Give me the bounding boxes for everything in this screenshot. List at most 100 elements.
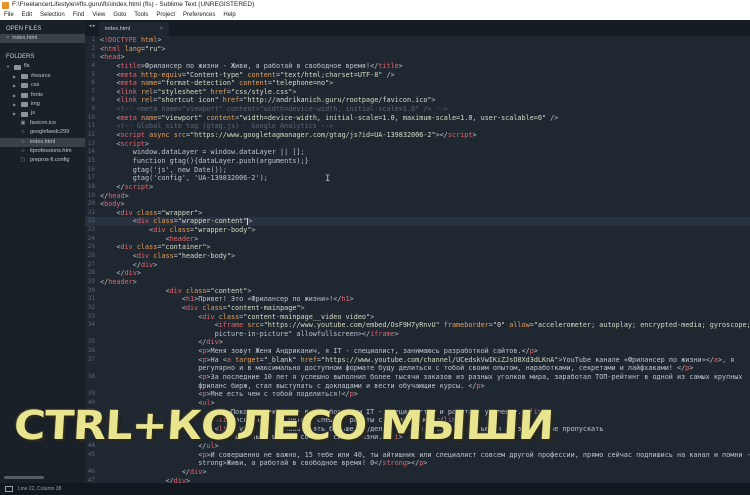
chevron-right-icon[interactable]: ▶ — [13, 72, 18, 81]
code-line[interactable]: 27 </div> — [85, 261, 750, 270]
code-line[interactable]: 15 function gtag(){dataLayer.push(argume… — [85, 157, 750, 166]
code-line[interactable]: 28 </div> — [85, 269, 750, 278]
code-text: <!-- Global site tag (gtag.js) - Google … — [116, 122, 334, 131]
code-line[interactable]: 13 <script> — [85, 140, 750, 149]
line-number: 31 — [87, 295, 95, 303]
code-line[interactable]: 19 </head> — [85, 192, 750, 201]
code-line[interactable]: 11 <!-- Global site tag (gtag.js) - Goog… — [85, 122, 750, 131]
folder-source[interactable]: ▶ #source — [0, 72, 85, 81]
line-number: 37 — [87, 355, 95, 363]
tab-index-html[interactable]: index.html × — [99, 22, 169, 36]
console-toggle-icon[interactable] — [5, 486, 13, 492]
code-line[interactable]: 34 <iframe src="https://www.youtube.com/… — [85, 321, 750, 330]
code-text: <script async src="https://www.googletag… — [116, 131, 477, 140]
code-line[interactable]: 30 <div class="content"> — [85, 287, 750, 296]
menu-view[interactable]: View — [92, 10, 105, 20]
line-number: 4 — [91, 61, 95, 69]
code-line[interactable]: 33 <div class="content-mainpage__video v… — [85, 313, 750, 322]
code-line[interactable]: 21 <div class="wrapper"> — [85, 209, 750, 218]
code-line[interactable]: 26 <div class="header-body"> — [85, 252, 750, 261]
folder-css[interactable]: ▶ css — [0, 81, 85, 90]
chevron-right-icon[interactable]: ▶ — [13, 81, 18, 90]
folder-js[interactable]: ▶ js — [0, 109, 85, 118]
chevron-right-icon[interactable]: ▶ — [13, 109, 18, 118]
code-text: <div class="content-mainpage__video vide… — [198, 312, 375, 321]
code-line[interactable]: 12 <script async src="https://www.google… — [85, 131, 750, 140]
code-text: <div class="content"> — [165, 286, 252, 295]
code-line[interactable]: 38 <p>За последние 10 лет я успешно выпо… — [85, 373, 750, 382]
code-line[interactable]: 2 <html lang="ru"> — [85, 45, 750, 54]
code-line[interactable]: 9 <!-- <meta name="viewport" content="wi… — [85, 105, 750, 114]
code-line[interactable]: 20 <body> — [85, 200, 750, 209]
code-line[interactable]: регулярно и в максимально доступном форм… — [85, 364, 750, 373]
chevron-right-icon[interactable]: ▶ — [13, 91, 18, 100]
file-label: prepros-fi.config — [30, 157, 70, 164]
menu-find[interactable]: Find — [73, 10, 85, 20]
code-line[interactable]: 25 <div class="container"> — [85, 243, 750, 252]
menu-tools[interactable]: Tools — [134, 10, 148, 20]
code-line[interactable]: 45 <p>И совершенно не важно, 15 тебе или… — [85, 451, 750, 460]
code-line[interactable]: 10 <meta name="viewport" content="width=… — [85, 114, 750, 123]
code-file-icon: ‹› — [21, 147, 25, 154]
code-line[interactable]: 1 <!DOCTYPE html> — [85, 36, 750, 45]
file-item[interactable]: ‹› itprofessions.htm — [0, 147, 85, 156]
code-text: <script> — [116, 139, 150, 148]
code-text: </header> — [100, 277, 137, 286]
file-item[interactable]: ‹› index.html — [0, 137, 85, 147]
code-line[interactable]: 46 </div> — [85, 468, 750, 477]
code-line[interactable]: 4 <title>Фрилансер по жизни - Живи, а ра… — [85, 62, 750, 71]
code-line[interactable]: 7 <link rel="stylesheet" href="css/style… — [85, 88, 750, 97]
code-line[interactable]: 16 gtag('js', new Date()); — [85, 166, 750, 175]
code-line[interactable]: 39 <p>Мне есть чем с тобой поделиться!</… — [85, 390, 750, 399]
menu-selection[interactable]: Selection — [40, 10, 65, 20]
menu-goto[interactable]: Goto — [113, 10, 126, 20]
code-line[interactable]: picture-in-picture" allowfullscreen></if… — [85, 330, 750, 339]
code-line[interactable]: 18 </script> — [85, 183, 750, 192]
code-text: <meta http-equiv="Content-type" content=… — [116, 70, 395, 79]
code-text: <div class="wrapper"> — [116, 208, 203, 217]
code-line[interactable]: 32 <div class="content-mainpage"> — [85, 304, 750, 313]
code-line[interactable]: 23 <div class="wrapper-body"> — [85, 226, 750, 235]
file-item[interactable]: ▢ prepros-fi.config — [0, 156, 85, 165]
code-line[interactable]: 36 <p>Меня зовут Женя Андриканич, я IT -… — [85, 347, 750, 356]
code-file-icon: ‹› — [21, 138, 25, 145]
tab-label: index.html — [105, 26, 131, 32]
menu-help[interactable]: Help — [223, 10, 235, 20]
tab-nav-arrows[interactable]: ◂ ▸ — [89, 23, 95, 29]
code-line[interactable]: фриланс бирж, стал выступать с докладами… — [85, 382, 750, 391]
menu-project[interactable]: Project — [156, 10, 175, 20]
file-item[interactable]: ▣ favicon.ico — [0, 119, 85, 128]
code-text: <div class="header-body"> — [132, 252, 236, 261]
menu-preferences[interactable]: Preferences — [183, 10, 215, 20]
code-line[interactable]: 3 <head> — [85, 53, 750, 62]
folder-img[interactable]: ▶ img — [0, 100, 85, 109]
code-line[interactable]: strong>Живи, а работай в свободное время… — [85, 459, 750, 468]
folder-fonts[interactable]: ▶ fonts — [0, 91, 85, 100]
chevron-down-icon[interactable]: ▼ — [6, 62, 11, 71]
menu-edit[interactable]: Edit — [22, 10, 32, 20]
code-line[interactable]: 35 </div> — [85, 338, 750, 347]
code-line[interactable]: 29 </header> — [85, 278, 750, 287]
code-line[interactable]: 5 <meta http-equiv="Content-type" conten… — [85, 71, 750, 80]
folder-label: js — [31, 110, 35, 117]
code-line[interactable]: 24 <header> — [85, 235, 750, 244]
code-text: strong>Живи, а работай в свободное время… — [100, 459, 428, 468]
folder-root[interactable]: ▼ fls — [0, 62, 85, 71]
code-line[interactable]: 8 <link rel="shortcut icon" href="http:/… — [85, 96, 750, 105]
code-text: <meta name="format-detection" content="t… — [116, 79, 334, 88]
menu-file[interactable]: File — [4, 10, 14, 20]
open-file-index-html[interactable]: × index.html — [0, 34, 85, 44]
sidebar-scrollbar[interactable] — [4, 476, 44, 479]
code-text: <!DOCTYPE html> — [100, 36, 162, 44]
close-icon[interactable]: × — [6, 34, 9, 43]
file-item[interactable]: ‹› googlefaedc299 — [0, 128, 85, 137]
chevron-right-icon[interactable]: ▶ — [13, 100, 18, 109]
code-line[interactable]: 37 <p>На <a target="_blank" href="https:… — [85, 356, 750, 365]
code-line[interactable]: 17 gtag('config', 'UA-139832006-2'); — [85, 174, 750, 183]
open-file-label: index.html — [12, 35, 38, 41]
code-line[interactable]: 14 window.dataLayer = window.dataLayer |… — [85, 148, 750, 157]
code-line[interactable]: 6 <meta name="format-detection" content=… — [85, 79, 750, 88]
code-line[interactable]: 22 <div class="wrapper-content"> — [85, 217, 750, 227]
code-line[interactable]: 31 <h1>Привет! Это «Фрилансер по жизни»!… — [85, 295, 750, 304]
tab-close-icon[interactable]: × — [160, 22, 163, 36]
